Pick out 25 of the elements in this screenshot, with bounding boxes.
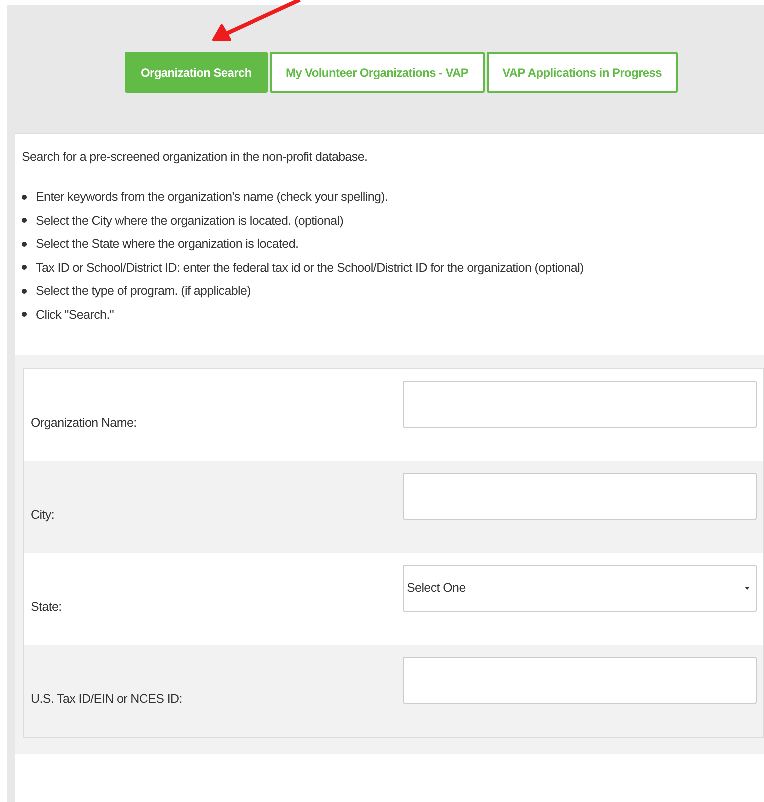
input-field[interactable] [403, 472, 757, 520]
input-field[interactable] [403, 380, 757, 428]
field-label: State: [30, 600, 63, 614]
intro-text: Search for a pre-screened organization in the non-profit database. [21, 149, 369, 164]
field-label: City: [30, 508, 56, 522]
instruction-text: Click "Search." [36, 308, 114, 322]
instruction-text: Enter keywords from the organization's name (check your spelling). [36, 190, 388, 204]
bullet-icon [22, 288, 27, 294]
field-label: U.S. Tax ID/EIN or NCES ID: [30, 692, 184, 706]
tab[interactable]: VAP Applications in Progress [486, 52, 678, 93]
caret-icon [745, 586, 750, 590]
bullet-icon [22, 218, 27, 223]
field-label: Organization Name: [30, 416, 138, 430]
instruction-text: Select the State where the organization is located. [36, 237, 299, 251]
bullet-icon [22, 312, 27, 317]
tab[interactable]: My Volunteer Organizations - VAP [270, 52, 485, 93]
bullet-icon [22, 265, 27, 270]
bullet-icon [22, 242, 27, 246]
instruction-text: Select the type of program. (if applicable) [36, 284, 251, 298]
state-select[interactable]: Select One [403, 564, 757, 612]
instruction-text: Select the City where the organization is located. (optional) [36, 214, 344, 228]
tab[interactable]: Organization Search [124, 52, 268, 93]
bullet-icon [22, 194, 27, 200]
input-field[interactable] [403, 656, 757, 704]
instruction-text: Tax ID or School/District ID: enter the federal tax id or the School/District ID for the organization (optional) [36, 260, 584, 274]
